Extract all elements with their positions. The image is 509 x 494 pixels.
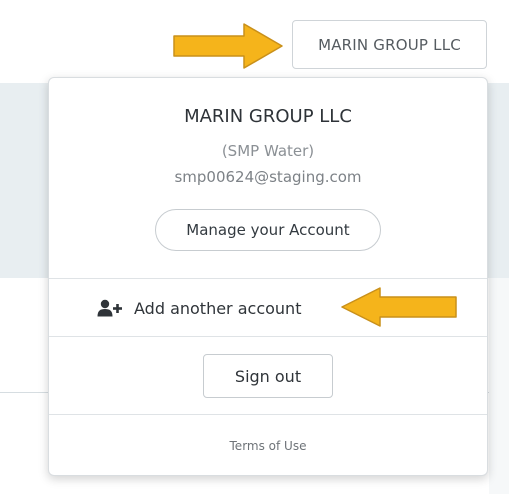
account-name: MARIN GROUP LLC (184, 106, 352, 127)
account-popover: MARIN GROUP LLC (SMP Water) smp00624@sta… (48, 77, 488, 476)
account-organization: (SMP Water) (221, 142, 315, 160)
annotation-arrow-left-icon (341, 287, 457, 327)
account-email: smp00624@staging.com (174, 168, 362, 186)
terms-of-use-link[interactable]: Terms of Use (49, 439, 487, 453)
account-profile-section: MARIN GROUP LLC (SMP Water) smp00624@sta… (49, 78, 487, 278)
terms-section: Terms of Use (49, 414, 487, 475)
background-edge (489, 278, 509, 494)
add-another-account-link[interactable]: Add another account (97, 279, 301, 337)
manage-account-button[interactable]: Manage your Account (155, 209, 381, 251)
add-user-icon (97, 299, 122, 317)
page: MARIN GROUP LLC MARIN GROUP LLC (SMP Wat… (0, 0, 509, 494)
account-menu-button[interactable]: MARIN GROUP LLC (292, 20, 487, 69)
sign-out-section: Sign out (49, 336, 487, 414)
add-another-account-label: Add another account (134, 298, 302, 318)
account-menu-label: MARIN GROUP LLC (318, 35, 461, 54)
annotation-arrow-right-icon (173, 23, 283, 69)
sign-out-button[interactable]: Sign out (203, 354, 333, 398)
